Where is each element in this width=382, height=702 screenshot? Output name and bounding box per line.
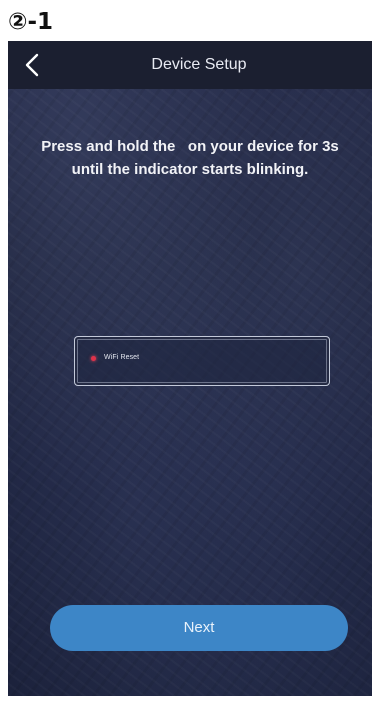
next-button[interactable]: Next <box>50 605 348 651</box>
nav-bar: Device Setup <box>8 41 372 89</box>
device-panel-illustration: WiFi Reset <box>74 336 330 386</box>
step-label: ②-1 <box>8 9 54 35</box>
phone-screen: Device Setup Press and hold the on your … <box>8 41 372 696</box>
instruction-line-1: Press and hold the on your device for 3s <box>41 138 339 155</box>
indicator-light-icon <box>91 356 96 361</box>
nav-title: Device Setup <box>151 56 247 73</box>
instruction-text: Press and hold the on your device for 3s… <box>18 135 362 181</box>
panel-label: WiFi Reset <box>104 354 140 361</box>
instruction-line-2: until the indicator starts blinking. <box>71 161 309 178</box>
